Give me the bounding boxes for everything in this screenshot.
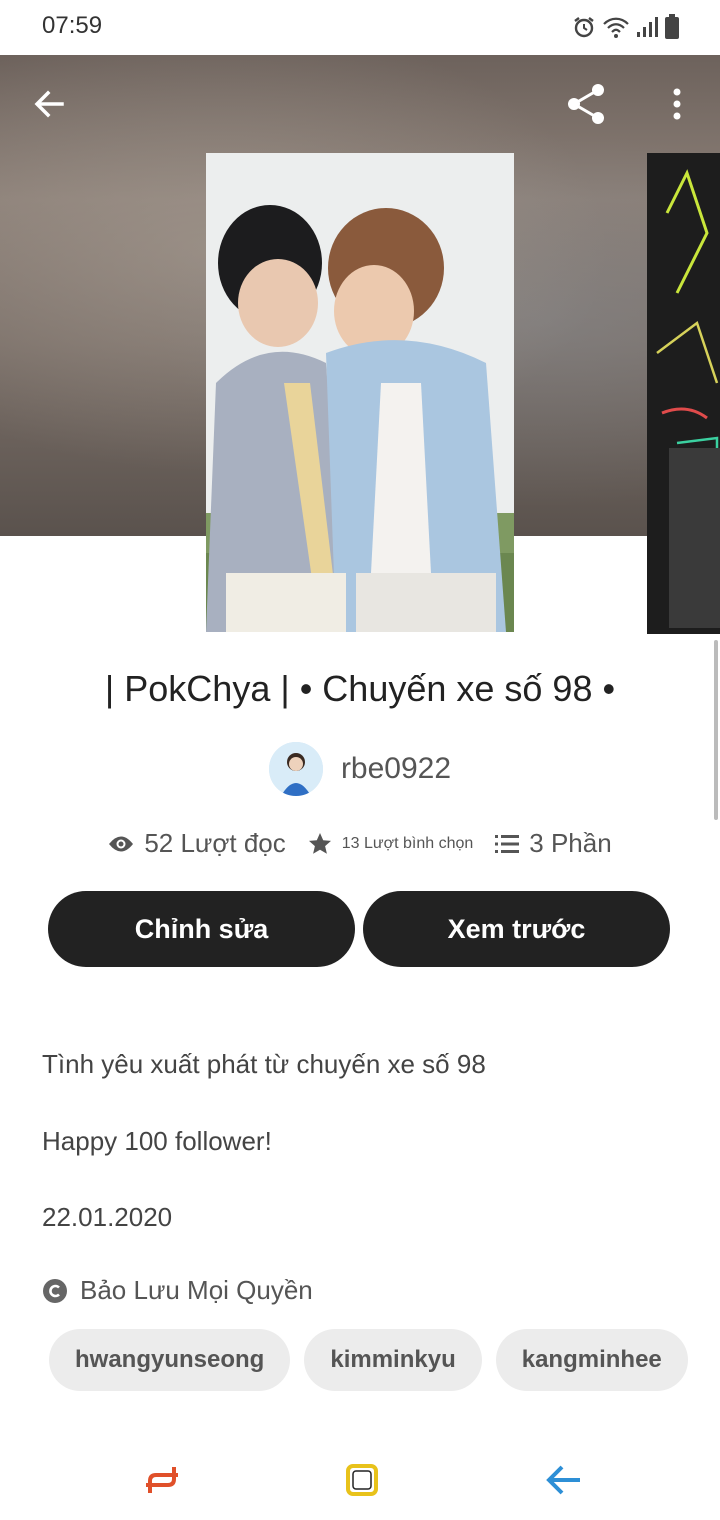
parts-stat: 3 Phần — [495, 828, 612, 859]
avatar-image — [268, 742, 323, 796]
reads-stat: 52 Lượt đọc — [108, 828, 286, 859]
cover-photo — [206, 153, 514, 632]
votes-stat: 13 Lượt bình chọn — [308, 832, 474, 856]
edit-button[interactable]: Chỉnh sửa — [48, 891, 355, 967]
share-icon — [568, 84, 604, 124]
star-icon — [308, 832, 331, 854]
tag-list: hwangyunseong kimminkyu kangminhee — [49, 1329, 688, 1391]
system-back-button[interactable] — [542, 1458, 586, 1502]
more-options-button[interactable] — [653, 80, 701, 128]
recent-apps-icon — [146, 1467, 178, 1493]
tag-chip[interactable]: kangminhee — [495, 1329, 688, 1391]
tag-chip[interactable]: kimminkyu — [304, 1329, 482, 1391]
description-line-1: Tình yêu xuất phát từ chuyến xe số 98 — [42, 1049, 486, 1079]
scrollbar[interactable] — [714, 640, 718, 820]
home-button[interactable] — [340, 1458, 384, 1502]
copyright-icon — [43, 1278, 67, 1303]
wifi-icon — [603, 17, 629, 38]
home-icon — [346, 1464, 378, 1496]
back-arrow-icon — [546, 1465, 580, 1495]
recent-apps-button[interactable] — [140, 1458, 184, 1502]
battery-icon — [665, 14, 679, 39]
status-time: 07:59 — [42, 12, 103, 39]
parts-count: 3 Phần — [529, 828, 612, 858]
description-line-2: Happy 100 follower! — [42, 1126, 272, 1156]
book-cover[interactable] — [206, 153, 514, 632]
status-icons — [572, 14, 680, 40]
copyright-text: Bảo Lưu Mọi Quyền — [80, 1275, 313, 1305]
more-vertical-icon — [673, 88, 681, 120]
copyright-row: Bảo Lưu Mọi Quyền — [42, 1275, 313, 1306]
list-icon — [495, 834, 520, 853]
author-row[interactable]: rbe0922 — [0, 742, 720, 796]
back-button[interactable] — [25, 80, 73, 128]
reads-count: 52 Lượt đọc — [144, 828, 286, 858]
eye-icon — [109, 836, 134, 851]
arrow-left-icon — [34, 90, 64, 118]
next-cover-art — [647, 153, 720, 634]
author-name[interactable]: rbe0922 — [341, 752, 451, 786]
alarm-icon — [574, 17, 594, 38]
status-bar: 07:59 — [0, 0, 720, 55]
next-book-cover[interactable] — [647, 153, 720, 634]
description-line-3: 22.01.2020 — [42, 1202, 173, 1232]
share-button[interactable] — [562, 80, 610, 128]
preview-button[interactable]: Xem trước — [363, 891, 670, 967]
tag-chip[interactable]: hwangyunseong — [49, 1329, 291, 1391]
signal-icon — [637, 17, 658, 37]
stats-row: 52 Lượt đọc 13 Lượt bình chọn 3 Phần — [0, 828, 720, 859]
avatar[interactable] — [268, 742, 323, 796]
book-title: | PokChya | • Chuyến xe số 98 • — [104, 668, 616, 709]
votes-count: 13 Lượt bình chọn — [341, 834, 474, 852]
